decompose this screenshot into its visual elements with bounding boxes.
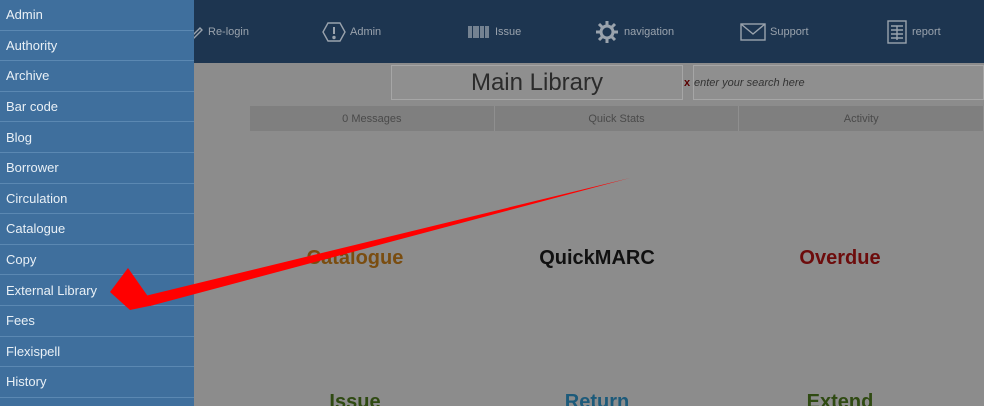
annotation-arrow (110, 178, 630, 310)
